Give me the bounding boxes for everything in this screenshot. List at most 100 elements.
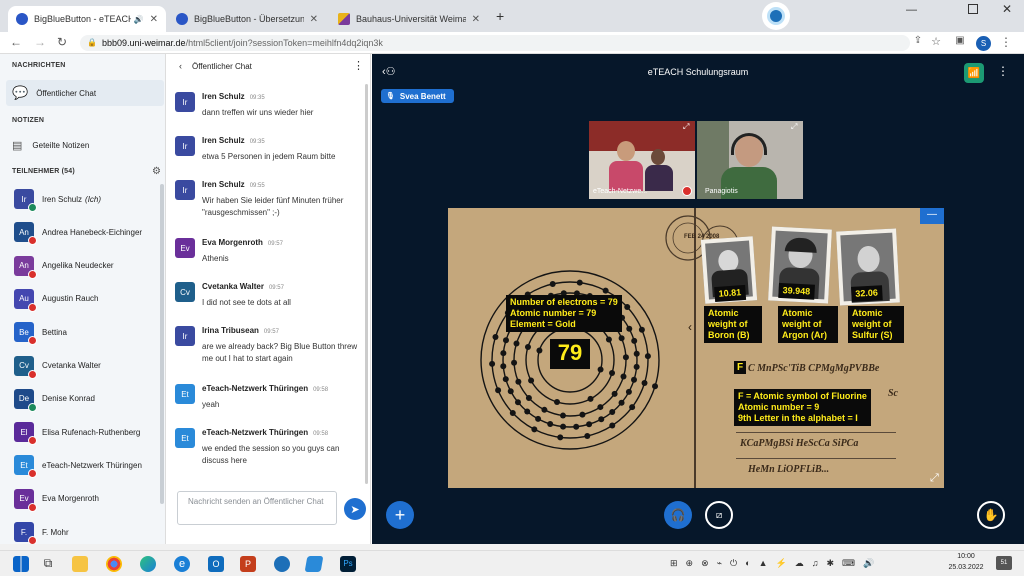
participant-item[interactable]: Au Augustin Rauch (14, 286, 159, 312)
participant-item[interactable]: An Andrea Hanebeck-Eichinger (14, 219, 159, 246)
electron-dot (502, 376, 509, 383)
fluorine-info-label: F = Atomic symbol of Fluorine Atomic num… (734, 389, 871, 426)
message-text: are we already back? Big Blue Button thr… (202, 342, 358, 363)
bbb-app-icon[interactable] (274, 556, 290, 572)
shared-notes-item[interactable]: ▤ Geteilte Notizen (6, 132, 164, 158)
actions-plus-button[interactable]: + (386, 501, 414, 529)
fullscreen-icon[interactable]: ⤢ (791, 122, 797, 132)
notes-app-icon[interactable] (304, 556, 324, 572)
bookmark-star-icon[interactable]: ☆ (928, 35, 944, 48)
new-tab-button[interactable]: + (496, 8, 504, 24)
hide-chat-chevron-icon[interactable]: ‹ (179, 61, 182, 71)
share-webcam-off-button[interactable]: ⧄ (705, 501, 733, 529)
settings-gear-icon[interactable]: ⚙ (152, 166, 161, 177)
fullscreen-icon[interactable]: ⤢ (683, 122, 689, 132)
participant-item[interactable]: Ir Iren Schulz (Ich) (14, 186, 159, 212)
electron-dot (629, 404, 636, 411)
electron-dot (536, 347, 543, 354)
profile-avatar[interactable]: S (976, 36, 991, 51)
participant-scrollbar[interactable] (160, 184, 164, 504)
close-tab-icon[interactable]: ✕ (150, 14, 158, 25)
leave-audio-headset-button[interactable]: 🎧 (664, 501, 692, 529)
address-bar[interactable]: 🔒 bbb09.uni-weimar.de/html5client/join?s… (80, 35, 910, 51)
weight-line: Argon (Ar) (782, 330, 827, 340)
user-avatar: De (14, 388, 37, 412)
system-tray-icons[interactable]: ⊞⊕⊗⌁⏻◐▲⚡☁♫✱⌨🔊 (670, 558, 882, 569)
clock-time[interactable]: 10:00 (952, 553, 980, 560)
electron-dot (495, 387, 502, 394)
participant-item[interactable]: F. F. Mohr (14, 519, 159, 545)
tab-bauhaus-uni[interactable]: Bauhaus-Universität Weimar: Co ✕ (330, 6, 488, 32)
participant-item[interactable]: Et eTeach-Netzwerk Thüringen (14, 452, 159, 479)
sender-name-row: eTeach-Netzwerk Thüringen 09:58 (202, 428, 328, 437)
close-window-icon[interactable]: ✕ (1002, 2, 1012, 16)
bauhaus-favicon-icon (338, 13, 350, 25)
photoshop-icon[interactable]: Ps (340, 556, 356, 572)
windows-start-icon[interactable] (13, 556, 29, 572)
participant-item[interactable]: An Angelika Neudecker (14, 253, 159, 279)
electron-dot (624, 303, 631, 310)
person-face (617, 141, 635, 161)
participant-item[interactable]: Cv Cvetanka Walter (14, 353, 159, 379)
extension-badge[interactable] (762, 2, 790, 30)
participant-item[interactable]: Be Bettina (14, 319, 159, 346)
back-arrow-icon[interactable]: ← (8, 35, 24, 49)
close-tab-icon[interactable]: ✕ (472, 14, 480, 25)
sender-name: Iren Schulz (202, 92, 245, 101)
tab-bigbluebutton-eteach[interactable]: BigBlueButton - eTEACH Sch 🔊 ✕ (8, 6, 166, 32)
mic-status-icon (28, 302, 37, 312)
side-panel-icon[interactable]: ▣ (952, 35, 968, 46)
webcam-video-2[interactable]: Panagiotis ⤢ (697, 121, 803, 199)
notifications-icon[interactable]: 51 (996, 556, 1012, 570)
webcam-video-1[interactable]: eTeach-Netzwe... ⤢ (589, 121, 695, 199)
participant-item[interactable]: El Elisa Rufenach-Ruthenberg (14, 419, 159, 446)
edge-icon[interactable] (140, 556, 156, 572)
participant-name: F. Mohr (42, 527, 69, 537)
avatar-initials: Et (181, 433, 189, 443)
browser-tab-bar: BigBlueButton - eTEACH Sch 🔊 ✕ BigBlueBu… (0, 0, 1024, 32)
formula-side: Sc (888, 388, 898, 399)
send-message-button[interactable]: ➤ (344, 498, 366, 520)
avatar-initials: Be (19, 327, 29, 337)
sender-name: Iren Schulz (202, 136, 245, 145)
forward-arrow-icon[interactable]: → (32, 35, 48, 49)
raise-hand-button[interactable]: ✋ (977, 501, 1005, 529)
chrome-icon[interactable] (106, 556, 122, 572)
maximize-window-icon[interactable] (968, 4, 978, 14)
internet-explorer-icon[interactable]: e (174, 556, 190, 572)
tab-bigbluebutton-uebersetzung[interactable]: BigBlueButton - Übersetzungsra ✕ (168, 6, 326, 32)
user-avatar: El (14, 422, 37, 446)
sulfur-weight-label: Atomic weight of Sulfur (S) (848, 306, 904, 343)
electron-dot (502, 337, 509, 344)
chat-message-input[interactable]: Nachricht senden an Öffentlicher Chat (177, 491, 337, 525)
reload-icon[interactable]: ↻ (54, 35, 70, 49)
avatar-initials: Ir (21, 194, 27, 204)
clock-date[interactable]: 25.03.2022 (944, 564, 988, 571)
task-view-icon[interactable]: ⧉ (40, 556, 56, 572)
mic-status-icon (28, 203, 37, 212)
stamp-boron: 10.81 (700, 236, 758, 304)
share-icon[interactable]: ⇪ (910, 35, 926, 46)
mic-status-icon (28, 402, 37, 412)
chat-options-icon[interactable]: ⋮ (353, 59, 364, 72)
participant-item[interactable]: De Denise Konrad (14, 386, 159, 412)
chat-scrollbar[interactable] (365, 84, 368, 484)
powerpoint-icon[interactable]: P (240, 556, 256, 572)
file-explorer-icon[interactable] (72, 556, 88, 572)
close-tab-icon[interactable]: ✕ (310, 14, 318, 25)
participant-item[interactable]: Ev Eva Morgenroth (14, 486, 159, 512)
electron-dot (535, 415, 542, 422)
message-text: dann treffen wir uns wieder hier (202, 108, 314, 117)
outlook-icon[interactable]: O (208, 556, 224, 572)
connection-status-icon[interactable]: 📶 (964, 63, 984, 83)
browser-menu-icon[interactable]: ⋮ (998, 35, 1014, 49)
bbb-favicon-icon (176, 13, 188, 25)
presentation-fullscreen-icon[interactable]: ⤢ (930, 472, 939, 485)
meeting-options-icon[interactable]: ⋮ (997, 64, 1009, 78)
public-chat-item[interactable]: 💬 Öffentlicher Chat (6, 80, 164, 106)
sender-name-row: Iren Schulz 09:35 (202, 92, 265, 101)
minimize-presentation-button[interactable]: — (920, 208, 944, 224)
message-time: 09:35 (249, 139, 265, 145)
presentation-slide[interactable]: FEB 24 2008 79 Number of electrons = 79 … (448, 208, 944, 488)
minimize-window-icon[interactable]: — (906, 4, 917, 16)
